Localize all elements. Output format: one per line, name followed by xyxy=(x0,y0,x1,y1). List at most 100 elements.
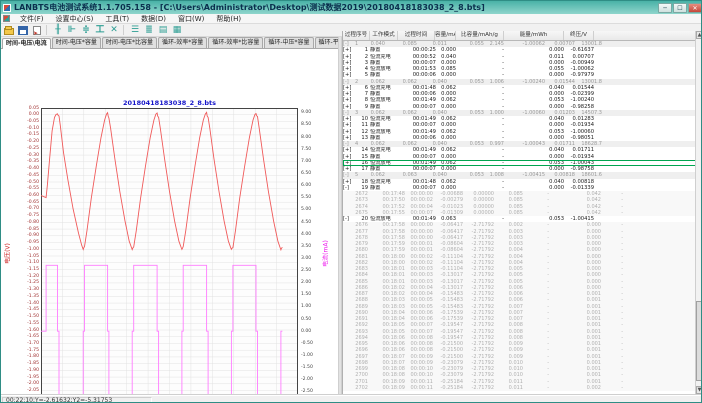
y-left-tick: -1.95 xyxy=(14,375,39,380)
y-right-tick: 2.00 xyxy=(301,280,323,285)
tab-1[interactable]: 时间-电压\电流 xyxy=(2,38,51,49)
table-cell: 0.011 xyxy=(496,385,525,391)
status-bar: 00:22:10;Y=-2.61632;Y2=-5.31753 xyxy=(1,395,702,403)
curve-view-icon[interactable]: ╫ xyxy=(52,25,64,36)
y-left-tick: -1.40 xyxy=(14,301,39,306)
grid-list-icon[interactable]: ▦ xyxy=(171,25,183,36)
compare-view-icon[interactable]: ≑ xyxy=(80,25,92,36)
y-left-tick: -2.05 xyxy=(14,388,39,393)
marker-view-icon[interactable]: ⊩ xyxy=(66,25,78,36)
y-right-tick: -1.50 xyxy=(301,365,323,370)
y-right-tick: -1.00 xyxy=(301,353,323,358)
table-row-record[interactable]: 270200:18:0900:00:11-0.25184-2.717920.01… xyxy=(343,385,696,391)
maximize-button[interactable]: ☐ xyxy=(673,3,687,13)
axis-setup-icon[interactable]: 工 xyxy=(94,25,106,36)
y-left-tick: -1.15 xyxy=(14,267,39,272)
y-right-tick: 1.50 xyxy=(301,292,323,297)
table-scroll-down-button[interactable]: ▼ xyxy=(696,386,702,394)
y-right-tick: 6.00 xyxy=(301,183,323,188)
toolbar-separator xyxy=(46,25,47,35)
data-table-panel: 过程序号工作模式过程时间容量/mAh比容量/mAh/g能量/mWh终压/V [-… xyxy=(342,31,695,395)
zoom-cross-icon[interactable]: ✕ xyxy=(108,25,120,36)
table-header-cell[interactable]: 过程时间 xyxy=(398,31,435,40)
y-left-tick: -1.85 xyxy=(14,361,39,366)
y-left-tick: -0.90 xyxy=(14,233,39,238)
cycle-list-icon[interactable]: ≣ xyxy=(143,25,155,36)
save-icon[interactable] xyxy=(17,25,29,36)
y-left-tick: -0.20 xyxy=(14,139,39,144)
y-right-tick: 5.00 xyxy=(301,207,323,212)
table-header-cell[interactable] xyxy=(594,31,696,40)
y-left-tick: -0.60 xyxy=(14,193,39,198)
app-icon xyxy=(3,4,11,12)
current-curve xyxy=(41,265,282,397)
menu-bar: 文件(F)设置中心(S)工具(T)数据(D)窗口(W)帮助(H) xyxy=(1,14,702,24)
tab-6[interactable]: 循环-中压*容量 xyxy=(264,37,313,48)
menu-item-6[interactable]: 帮助(H) xyxy=(210,14,247,24)
y-left-tick: -0.70 xyxy=(14,206,39,211)
tab-2[interactable]: 时间-电压*容量 xyxy=(52,37,101,48)
y-left-tick: -1.35 xyxy=(14,294,39,299)
minimize-button[interactable]: ─ xyxy=(658,3,672,13)
table-header-cell[interactable]: 容量/mAh xyxy=(435,31,456,40)
y-right-tick: 4.50 xyxy=(301,220,323,225)
menu-item-1[interactable]: 文件(F) xyxy=(14,14,50,24)
table-header-cell[interactable]: 工作模式 xyxy=(370,31,398,40)
step-list-icon[interactable]: ▤ xyxy=(157,25,169,36)
menu-item-3[interactable]: 工具(T) xyxy=(99,14,135,24)
close-button[interactable]: ✕ xyxy=(688,3,702,13)
open-file-icon[interactable] xyxy=(3,25,15,36)
y-left-tick: -2.00 xyxy=(14,381,39,386)
table-header-cell[interactable]: 终压/V xyxy=(564,31,594,40)
table-cell: 2702 xyxy=(343,385,370,391)
chart-plot[interactable] xyxy=(41,108,298,403)
y-left-tick: -0.95 xyxy=(14,240,39,245)
data-list-icon[interactable]: ☰ xyxy=(129,25,141,36)
y-left-tick: -1.90 xyxy=(14,368,39,373)
y-left-tick: -1.80 xyxy=(14,354,39,359)
y-left-tick: -0.10 xyxy=(14,126,39,131)
table-header-cell[interactable]: 能量/mWh xyxy=(504,31,564,40)
toolbar-separator xyxy=(123,25,124,35)
y-left-tick: -0.55 xyxy=(14,186,39,191)
y-left-tick: -0.45 xyxy=(14,173,39,178)
y-left-tick: -0.30 xyxy=(14,153,39,158)
export-icon[interactable] xyxy=(31,25,43,36)
table-header-cell[interactable]: 过程序号 xyxy=(343,31,370,40)
table-scrollbar-thumb[interactable] xyxy=(696,301,702,381)
y-left-tick: -0.40 xyxy=(14,166,39,171)
menu-item-2[interactable]: 设置中心(S) xyxy=(50,14,100,24)
chart-panel: 20180418183038_2_8.bts 0.050.00-0.05-0.1… xyxy=(1,49,338,395)
y-right-tick: 0.00 xyxy=(301,329,323,334)
window-title: LANBTS电池测试系统1.1.705.158 - [C:\Users\Admi… xyxy=(14,2,658,13)
table-scroll-up-button[interactable]: ▲ xyxy=(696,31,702,39)
tab-4[interactable]: 循环-效率*容量 xyxy=(158,37,207,48)
y-right-tick: 9.00 xyxy=(301,110,323,115)
y-left-tick: -0.15 xyxy=(14,132,39,137)
menu-item-4[interactable]: 数据(D) xyxy=(135,14,172,24)
y-left-tick: -1.30 xyxy=(14,287,39,292)
y-left-tick: -1.00 xyxy=(14,247,39,252)
menu-item-5[interactable]: 窗口(W) xyxy=(172,14,210,24)
y-left-tick: 0.00 xyxy=(14,112,39,117)
chart-svg xyxy=(41,108,298,403)
table-header-cell[interactable]: 比容量/mAh/g xyxy=(456,31,504,40)
table-v-scrollbar[interactable]: ▲ ▼ xyxy=(695,31,702,395)
y-right-tick: 8.50 xyxy=(301,122,323,127)
table-cell: 00:00:11 xyxy=(407,385,435,391)
tab-5[interactable]: 循环-效率*比容量 xyxy=(208,37,263,48)
y-left-tick: -1.20 xyxy=(14,274,39,279)
y-left-tick: -0.35 xyxy=(14,159,39,164)
y-left-tick: -0.25 xyxy=(14,146,39,151)
title-bar: LANBTS电池测试系统1.1.705.158 - [C:\Users\Admi… xyxy=(1,1,702,14)
table-cell: - xyxy=(603,210,625,216)
y-left-tick: -0.65 xyxy=(14,200,39,205)
y-left-tick: -0.05 xyxy=(14,119,39,124)
tab-3[interactable]: 时间-电压*比容量 xyxy=(102,37,157,48)
left-axis-label: 电压(V) xyxy=(3,239,12,269)
y-right-tick: 7.00 xyxy=(301,159,323,164)
y-left-tick: -1.65 xyxy=(14,334,39,339)
y-left-tick: -1.60 xyxy=(14,328,39,333)
table-cell: 00:18:09 xyxy=(370,385,407,391)
y-left-tick: -1.25 xyxy=(14,280,39,285)
